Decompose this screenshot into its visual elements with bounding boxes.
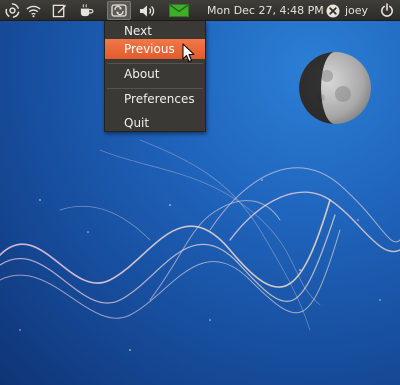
wifi-icon[interactable] (25, 2, 42, 19)
coffee-icon[interactable] (78, 2, 95, 19)
mail-icon[interactable] (168, 2, 190, 19)
menu-item-next[interactable]: Next (105, 21, 205, 41)
moon-icon (299, 52, 371, 124)
menu-item-about[interactable]: About (105, 64, 205, 84)
menu-item-preferences[interactable]: Preferences (105, 89, 205, 109)
top-panel: Mon Dec 27, 4:48 PM joey (0, 0, 400, 21)
user-switch-icon[interactable] (324, 2, 341, 19)
ubuntu-swirl-icon[interactable] (4, 2, 21, 19)
clock-indicator[interactable]: Mon Dec 27, 4:48 PM (207, 0, 324, 21)
username-label[interactable]: joey (345, 0, 368, 21)
media-player-icon[interactable] (107, 1, 131, 20)
power-icon[interactable] (378, 2, 395, 19)
volume-icon[interactable] (138, 2, 156, 19)
moon-widget (297, 50, 373, 126)
menu-item-quit[interactable]: Quit (105, 113, 205, 133)
notes-icon[interactable] (51, 2, 68, 19)
mouse-cursor-icon (182, 43, 196, 63)
media-player-menu: Next Previous About Preferences Quit (104, 21, 206, 132)
